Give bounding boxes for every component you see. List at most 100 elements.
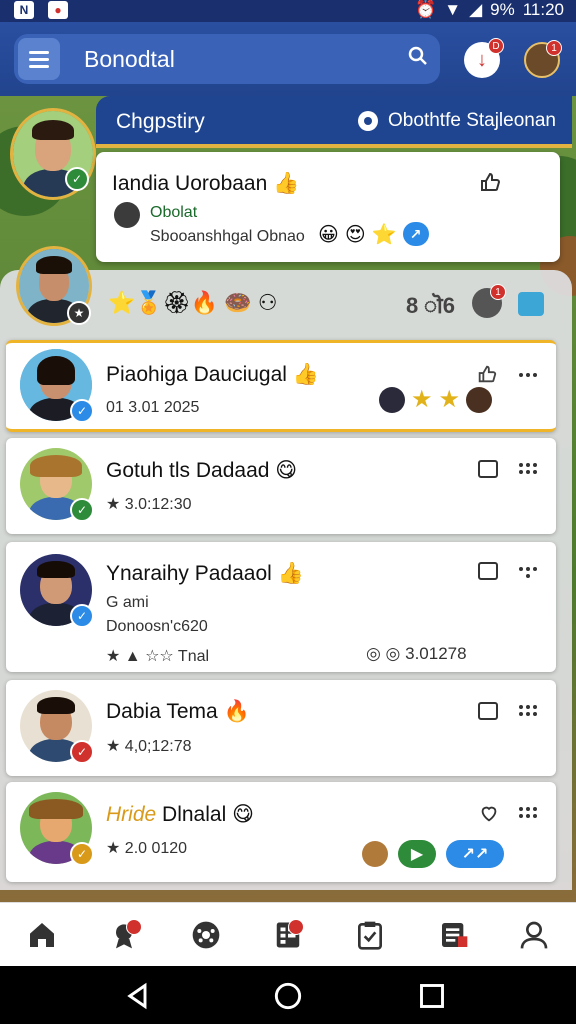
item-actions: ▶ ↗↗ [362,840,504,868]
menu-button[interactable] [18,38,60,80]
profile-avatar-button[interactable]: 1 [524,40,562,78]
featured-name: Iandia Uorobaan 👍 [112,172,300,195]
item-avatar: ✓ [20,792,94,866]
alarm-icon: ⏰ [415,0,437,19]
location-icon [358,111,379,131]
panel-avatar[interactable]: ★ [16,246,92,326]
search-icon[interactable] [406,44,430,68]
item-stats: ★ ▲ ☆☆ Tnal [106,648,210,665]
item-timestamp: ◎ ◎ 3.01278 [366,644,467,663]
verified-badge: ✓ [70,498,94,522]
panel-score: 8 ॊ6 [406,293,455,318]
tool-button[interactable]: 1 [472,284,506,318]
featured-card[interactable]: Iandia Uorobaan 👍 Obolat Sbooanshhgal Ob… [96,152,560,262]
item-title: Piaohiga Dauciugal 👍 [106,363,319,386]
system-navigation-bar [0,966,576,1024]
verified-badge: ✓ [65,167,89,191]
item-avatar: ✓ [20,554,94,628]
play-button[interactable]: ▶ [398,840,436,868]
folder-icon[interactable] [478,460,498,478]
item-title: Dabia Tema 🔥 [106,700,250,723]
profile-badge: 1 [546,40,562,56]
star-icon: ★ [438,386,460,413]
featured-description: Sbooanshhgal Obnao [150,228,305,245]
item-subtitle: Donoosn'c620 [106,618,208,635]
folder-icon[interactable] [478,562,498,580]
recents-icon[interactable] [418,982,446,1010]
item-title: Hride Dlnalal 😋 [106,803,254,826]
bottom-navigation [0,902,576,966]
folder-icon[interactable] [478,702,498,720]
item-meta: ★ 2.0 0120 [106,840,188,857]
list-item[interactable]: ✓ Gotuh tls Dadaad 😋 ★ 3.0:12:30 [6,438,556,534]
list-item[interactable]: ✓ Hride Dlnalal 😋 ★ 2.0 0120 ▶ ↗↗ [6,782,556,882]
reaction-avatar [466,386,492,413]
panel-toolbar: ⭐🏅🏵🔥 🍩 ⚇ 8 ॊ6 1 [104,284,564,320]
status-bar: N ● ⏰ ▼ ◢ 9% 11:20 [0,0,576,22]
like-icon[interactable] [476,363,498,385]
profile-icon[interactable] [516,917,552,953]
emoji-icon: 😍 [344,224,366,246]
tool-badge: 1 [490,284,506,300]
list-item[interactable]: ✓ Ynaraihy Padaaol 👍 G ami Donoosn'c620 … [6,542,556,672]
item-reactions: ★ ★ [378,385,492,414]
list-item[interactable]: ✓ Dabia Tema 🔥 ★ 4,0;12:78 [6,680,556,776]
app-notification-icon: ● [48,1,68,19]
item-meta: 01 3.01 2025 [106,399,200,416]
notification-badge: D [488,38,504,54]
list-item[interactable]: ✓ Piaohiga Dauciugal 👍 01 3.01 2025 ★ ★ [6,340,556,432]
home-icon[interactable] [24,917,60,953]
item-title: Ynaraihy Padaaol 👍 [106,562,304,585]
item-avatar: ✓ [20,448,94,522]
document-icon[interactable] [436,917,472,953]
verified-badge: ✓ [70,399,94,423]
back-icon[interactable] [124,982,152,1010]
list-icon[interactable] [270,917,306,953]
item-avatar: ✓ [20,349,94,423]
signal-icon: ◢ [469,0,483,19]
gift-icon[interactable] [518,292,544,316]
home-button-icon[interactable] [274,982,302,1010]
more-options-icon[interactable] [516,802,540,822]
more-options-icon[interactable] [516,365,540,385]
reaction-avatar [362,841,388,867]
game-icon[interactable] [188,917,224,953]
more-options-icon[interactable] [516,562,540,582]
featured-subtitle: Obolat [150,204,198,221]
reaction-avatar [378,386,405,413]
share-button[interactable]: ↗↗ [446,840,504,868]
app-title: Bonodtal [84,46,175,72]
verified-badge: ✓ [70,842,94,866]
notification-icon: N [14,1,34,19]
more-options-icon[interactable] [516,700,540,720]
star-icon: ★ [410,386,433,413]
notification-bell-icon[interactable]: ↓ D [464,38,504,78]
featured-reaction-icons: 😀 😍 ⭐ ↗ [318,222,429,247]
clipboard-icon[interactable] [352,917,388,953]
category-subtitle: Obothtfe Stajleonan [388,110,556,131]
item-avatar: ✓ [20,690,94,764]
category-title: Chgpstiry [116,110,205,133]
item-meta: ★ 4,0;12:78 [106,738,192,755]
clock: 11:20 [522,0,564,19]
verified-badge: ✓ [70,740,94,764]
heart-icon[interactable] [478,802,500,824]
emoji-icon: 😀 [318,224,339,246]
featured-avatar[interactable]: ✓ [10,108,96,200]
battery-label: 9% [490,0,515,19]
app-header: Bonodtal ↓ D 1 [0,22,576,96]
like-icon[interactable] [478,170,502,194]
verified-badge: ✓ [70,604,94,628]
share-icon: ↗ [402,222,429,246]
item-meta: ★ 3.0:12:30 [106,496,192,513]
wifi-icon: ▼ [444,0,462,19]
badge-icon[interactable] [106,917,142,953]
rank-badge: ★ [67,301,91,325]
item-title: Gotuh tls Dadaad 😋 [106,459,298,482]
more-options-icon[interactable] [516,458,540,478]
achievement-emojis: ⭐🏅🏵🔥 🍩 ⚇ [108,290,278,315]
featured-mini-avatar [114,202,140,228]
search-bar[interactable]: Bonodtal [14,34,440,84]
category-bar[interactable]: Chgpstiry Obothtfe Stajleonan [96,96,572,148]
item-meta: G ami [106,594,149,611]
